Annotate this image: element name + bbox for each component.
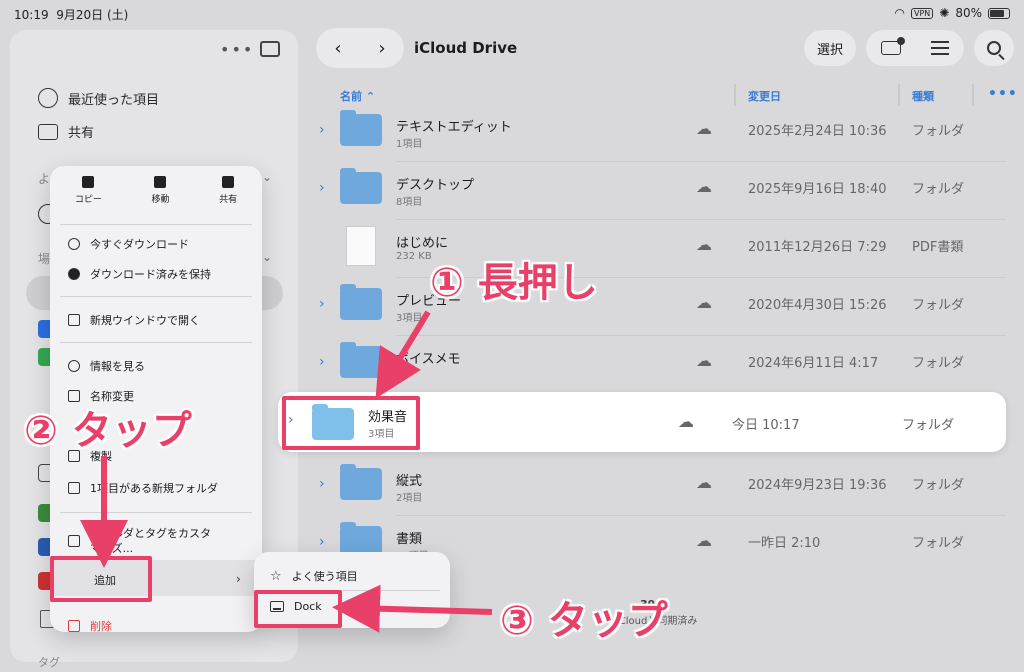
- arrow-to-dock: [332, 584, 493, 633]
- annotation-arrows: [80, 310, 493, 633]
- arrow-to-selected-file: [375, 310, 431, 399]
